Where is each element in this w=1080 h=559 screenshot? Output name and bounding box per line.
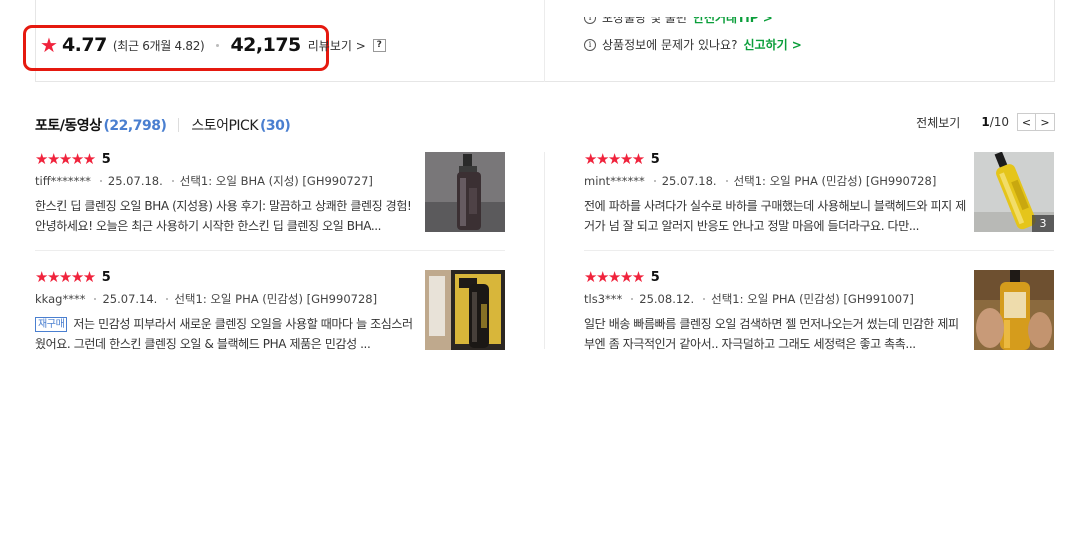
rating-value: 5: [650, 152, 660, 167]
review-option: 선택1: 오일 PHA (민감성) [GH990728]: [174, 292, 378, 306]
separator-dot: [94, 298, 97, 300]
review-item[interactable]: ★★★★★ 5 kkag**** 25.07.14. 선택1: 오일 PHA (…: [35, 270, 505, 352]
star-rating-icon: ★★★★★: [584, 150, 645, 168]
tab-count: (30): [260, 118, 291, 134]
page-indicator: 1/10: [981, 115, 1009, 129]
review-meta: tls3*** 25.08.12. 선택1: 오일 PHA (민감성) [GH9…: [584, 291, 914, 307]
review-tabs: 포토/동영상 (22,798) 스토어PICK (30): [35, 115, 291, 135]
rating-value: 5: [101, 152, 111, 167]
review-date: 25.07.18.: [661, 174, 717, 188]
separator-dot: [703, 298, 706, 300]
review-option: 선택1: 오일 PHA (민감성) [GH991007]: [711, 292, 914, 306]
separator-dot: [99, 180, 102, 182]
reviewer-id: tiff*******: [35, 174, 91, 188]
review-text[interactable]: 전에 파하를 사려다가 실수로 바하를 구매했는데 사용해보니 블랙헤드와 피지…: [584, 196, 968, 236]
review-option: 선택1: 오일 BHA (지성) [GH990727]: [179, 174, 373, 188]
repurchase-badge: 재구매: [35, 317, 68, 332]
review-rating: ★★★★★ 5: [584, 268, 660, 286]
review-text[interactable]: 일단 배송 빠름빠름 클렌징 오일 검색하면 젤 먼저나오는거 썼는데 민감한 …: [584, 314, 968, 354]
rating-value: 5: [101, 270, 111, 285]
review-text[interactable]: 재구매 저는 민감성 피부라서 새로운 클렌징 오일을 사용할 때마다 늘 조심스…: [35, 314, 419, 354]
rating-value: 5: [650, 270, 660, 285]
separator-dot: [631, 298, 634, 300]
reviewer-id: mint******: [584, 174, 645, 188]
review-count: 42,175: [230, 34, 301, 56]
reviewer-id: tls3***: [584, 292, 623, 306]
info-icon: i: [584, 38, 596, 51]
average-score: 4.77: [61, 34, 107, 56]
report-info: i 상품정보에 문제가 있나요? 신고하기 >: [584, 36, 802, 53]
review-text-content: 저는 민감성 피부라서 새로운 클렌징 오일을 사용할 때마다 늘 조심스러웠어…: [35, 317, 413, 351]
tab-photo-video[interactable]: 포토/동영상 (22,798): [35, 115, 167, 135]
review-meta: kkag**** 25.07.14. 선택1: 오일 PHA (민감성) [GH…: [35, 291, 377, 307]
product-photo-image: [974, 270, 1054, 350]
review-option: 선택1: 오일 PHA (민감성) [GH990728]: [733, 174, 937, 188]
review-text[interactable]: 한스킨 딥 클렌징 오일 BHA (지성용) 사용 후기: 말끔하고 상쾌한 클…: [35, 196, 419, 236]
view-all-link[interactable]: 전체보기: [916, 114, 960, 131]
help-icon[interactable]: ?: [372, 38, 386, 52]
tab-count: (22,798): [103, 118, 167, 134]
recent-score: (최근 6개월 4.82): [112, 38, 205, 53]
total-pages: /10: [989, 115, 1009, 129]
tab-label: 포토/동영상: [35, 118, 102, 134]
review-photo[interactable]: [425, 152, 505, 232]
current-page: 1: [981, 115, 990, 129]
review-date: 25.08.12.: [639, 292, 695, 306]
star-rating-icon: ★★★★★: [584, 268, 645, 286]
report-link[interactable]: 신고하기 >: [743, 36, 801, 53]
separator-dot: [171, 180, 174, 182]
review-date: 25.07.14.: [102, 292, 158, 306]
row-divider: [35, 250, 505, 251]
review-rating: ★★★★★ 5: [35, 150, 111, 168]
report-question: 상품정보에 문제가 있나요?: [602, 38, 738, 52]
next-page-button[interactable]: >: [1036, 113, 1055, 131]
review-item[interactable]: ★★★★★ 5 tls3*** 25.08.12. 선택1: 오일 PHA (민…: [584, 270, 1054, 352]
review-item[interactable]: ★★★★★ 5 tiff******* 25.07.18. 선택1: 오일 BH…: [35, 152, 505, 234]
review-rating: ★★★★★ 5: [35, 268, 111, 286]
review-meta: mint****** 25.07.18. 선택1: 오일 PHA (민감성) […: [584, 173, 936, 189]
prev-page-button[interactable]: <: [1017, 113, 1036, 131]
rating-row: ★ 4.77 (최근 6개월 4.82) 42,175 리뷰보기 > ?: [40, 34, 386, 56]
product-photo-image: [425, 270, 505, 350]
star-rating-icon: ★★★★★: [35, 268, 96, 286]
separator-dot: [166, 298, 169, 300]
star-icon: ★: [40, 33, 58, 57]
reviewer-id: kkag****: [35, 292, 86, 306]
review-date: 25.07.18.: [107, 174, 163, 188]
column-divider: [544, 152, 545, 349]
review-item[interactable]: ★★★★★ 5 mint****** 25.07.18. 선택1: 오일 PHA…: [584, 152, 1054, 234]
separator-dot: [216, 43, 220, 47]
tab-divider: [178, 118, 180, 132]
tab-store-pick[interactable]: 스토어PICK (30): [191, 115, 290, 135]
review-meta: tiff******* 25.07.18. 선택1: 오일 BHA (지성) […: [35, 173, 373, 189]
review-photo[interactable]: 3: [974, 152, 1054, 232]
review-photo[interactable]: [974, 270, 1054, 350]
review-rating: ★★★★★ 5: [584, 150, 660, 168]
row-divider: [584, 250, 1054, 251]
image-count-badge: 3: [1032, 215, 1054, 232]
summary-divider: [544, 0, 545, 82]
review-photo[interactable]: [425, 270, 505, 350]
separator-dot: [653, 180, 656, 182]
product-photo-image: [425, 152, 505, 232]
separator-dot: [725, 180, 728, 182]
review-pager: 전체보기 1/10 < >: [916, 113, 1055, 131]
view-reviews-link[interactable]: 리뷰보기 >: [308, 37, 366, 54]
star-rating-icon: ★★★★★: [35, 150, 96, 168]
tab-label: 스토어PICK: [191, 118, 259, 134]
